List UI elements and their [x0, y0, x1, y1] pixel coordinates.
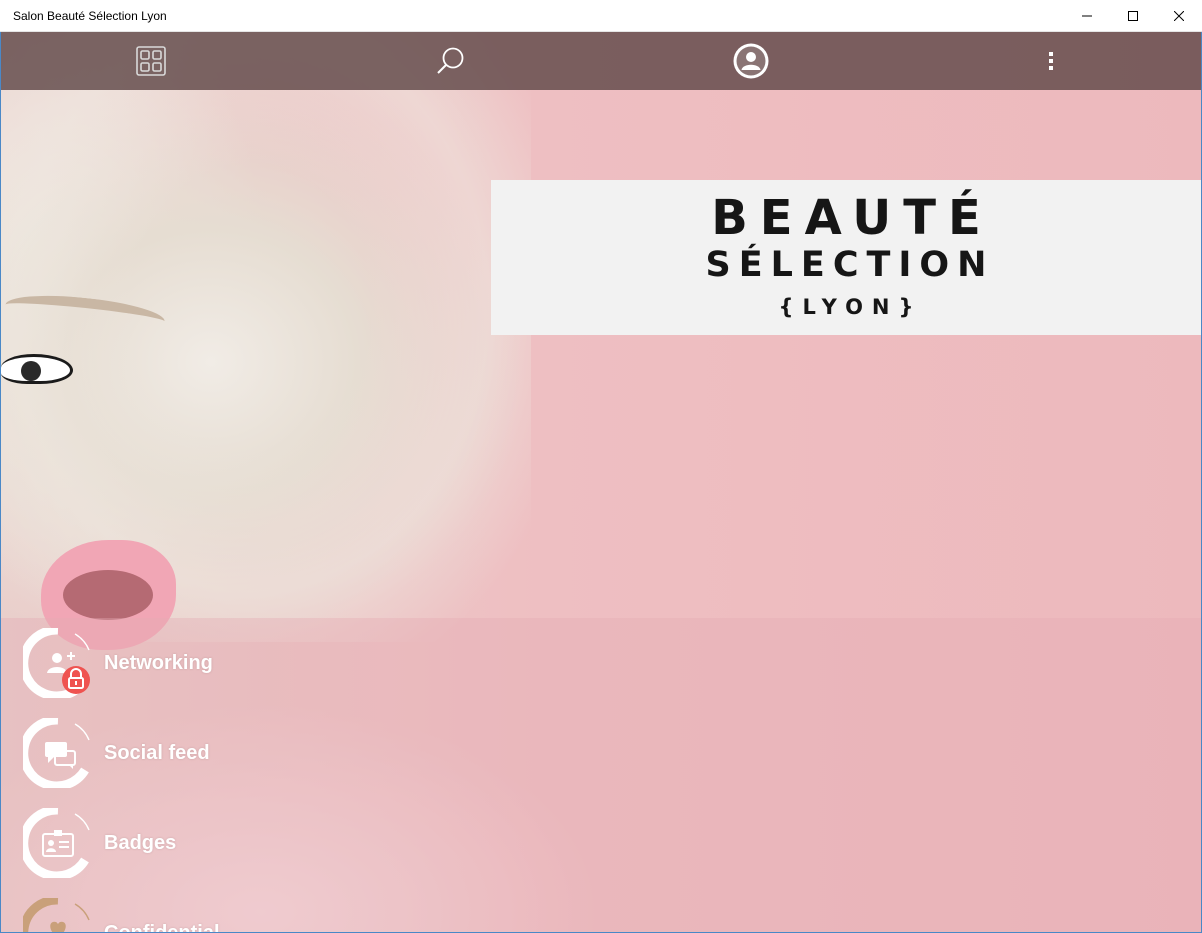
close-icon	[1174, 10, 1184, 21]
window-title: Salon Beauté Sélection Lyon	[13, 8, 167, 23]
menu-item-social-feed[interactable]: Social feed	[1, 708, 601, 798]
profile-button[interactable]	[601, 32, 901, 90]
grid-button[interactable]	[1, 32, 301, 90]
profile-icon	[733, 43, 769, 79]
menu-item-label: Social feed	[104, 741, 210, 764]
window-titlebar: Salon Beauté Sélection Lyon	[0, 0, 1202, 32]
menu-item-badges[interactable]: Badges	[1, 798, 601, 888]
menu-item-label: Networking	[104, 651, 213, 674]
search-icon	[437, 47, 464, 74]
networking-icon	[23, 628, 90, 698]
logo-text-lyon: {LYON}	[778, 294, 923, 319]
background-eye	[1, 354, 73, 384]
search-button[interactable]	[301, 32, 601, 90]
close-button[interactable]	[1156, 0, 1202, 32]
logo-text-beaute: BEAUTÉ	[711, 189, 993, 246]
minimize-icon	[1082, 15, 1092, 16]
chat-bubbles-icon	[23, 718, 90, 788]
menu-item-networking[interactable]: Networking	[1, 618, 601, 708]
more-vertical-icon	[1049, 52, 1053, 70]
logo-text-selection: SÉLECTION	[705, 244, 995, 285]
menu-item-confidential[interactable]: Confidential	[1, 888, 601, 933]
app-content: BEAUTÉ SÉLECTION {LYON} Networking Socia…	[0, 32, 1202, 933]
maximize-button[interactable]	[1110, 0, 1156, 32]
menu-item-label: Badges	[104, 831, 177, 854]
grid-icon	[136, 46, 166, 76]
minimize-button[interactable]	[1064, 0, 1110, 32]
heart-icon	[23, 898, 90, 932]
menu-item-label: Confidential	[104, 921, 220, 933]
more-options-button[interactable]	[901, 32, 1201, 90]
maximize-icon	[1128, 10, 1138, 21]
lock-badge-icon	[62, 666, 90, 694]
brand-logo: BEAUTÉ SÉLECTION {LYON}	[491, 180, 1201, 335]
app-toolbar	[1, 32, 1201, 90]
badge-icon	[23, 808, 90, 878]
